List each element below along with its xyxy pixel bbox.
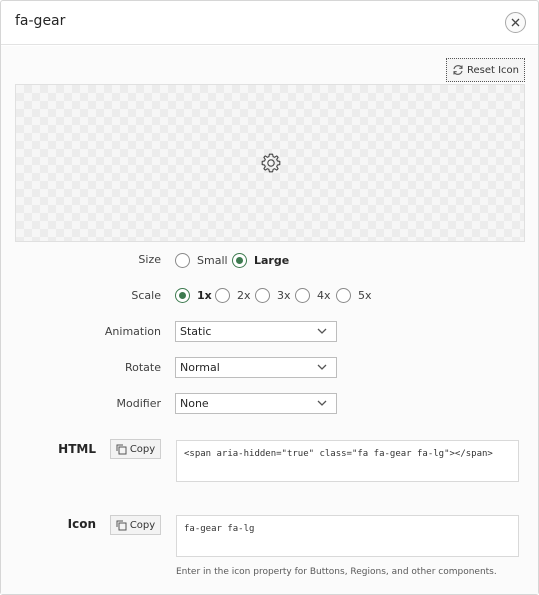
chevron-down-icon (317, 364, 327, 370)
reset-icon-button[interactable]: Reset Icon (446, 58, 525, 82)
animation-label: Animation (104, 325, 161, 338)
rotate-value: Normal (180, 361, 220, 374)
modifier-value: None (180, 397, 209, 410)
icon-help-text: Enter in the icon property for Buttons, … (176, 567, 497, 577)
copy-icon (116, 520, 127, 530)
rotate-select[interactable]: Normal (175, 357, 337, 378)
scale-3x-label[interactable]: 3x (277, 289, 291, 302)
dialog-title: fa-gear (15, 13, 66, 29)
reset-icon-label: Reset Icon (466, 64, 520, 76)
html-code-field[interactable]: <span aria-hidden="true" class="fa fa-ge… (176, 440, 519, 482)
modifier-select[interactable]: None (175, 393, 337, 414)
modifier-label: Modifier (116, 397, 161, 410)
copy-html-label: Copy (129, 443, 156, 455)
scale-4x-radio[interactable] (295, 288, 310, 303)
gear-icon (261, 153, 281, 173)
icon-code-field[interactable]: fa-gear fa-lg (176, 515, 519, 557)
chevron-down-icon (317, 400, 327, 406)
close-button[interactable] (505, 12, 526, 33)
scale-5x-label[interactable]: 5x (358, 289, 372, 302)
scale-2x-radio[interactable] (215, 288, 230, 303)
size-small-label[interactable]: Small (197, 254, 228, 267)
size-small-radio[interactable] (175, 253, 190, 268)
size-label: Size (138, 253, 161, 266)
icon-picker-dialog: fa-gear Reset Icon Size Small Large Scal… (0, 0, 539, 595)
size-large-radio[interactable] (232, 253, 247, 268)
animation-select[interactable]: Static (175, 321, 337, 342)
chevron-down-icon (317, 328, 327, 334)
dialog-body: Reset Icon Size Small Large Scale 1x 2x … (1, 46, 538, 594)
html-label: HTML (58, 442, 96, 456)
close-icon (511, 18, 520, 27)
size-large-label[interactable]: Large (254, 254, 289, 267)
scale-3x-radio[interactable] (255, 288, 270, 303)
rotate-label: Rotate (124, 361, 161, 374)
icon-preview (15, 84, 525, 242)
animation-value: Static (180, 325, 212, 338)
copy-icon (116, 444, 127, 454)
copy-html-button[interactable]: Copy (110, 439, 161, 459)
refresh-icon (453, 65, 463, 75)
scale-5x-radio[interactable] (336, 288, 351, 303)
scale-label: Scale (131, 289, 161, 302)
scale-2x-label[interactable]: 2x (237, 289, 251, 302)
scale-1x-label[interactable]: 1x (197, 289, 212, 302)
scale-1x-radio[interactable] (175, 288, 190, 303)
scale-4x-label[interactable]: 4x (317, 289, 331, 302)
dialog-titlebar: fa-gear (1, 1, 538, 45)
copy-icon-button[interactable]: Copy (110, 515, 161, 535)
copy-icon-label: Copy (129, 519, 156, 531)
icon-label: Icon (67, 517, 96, 531)
